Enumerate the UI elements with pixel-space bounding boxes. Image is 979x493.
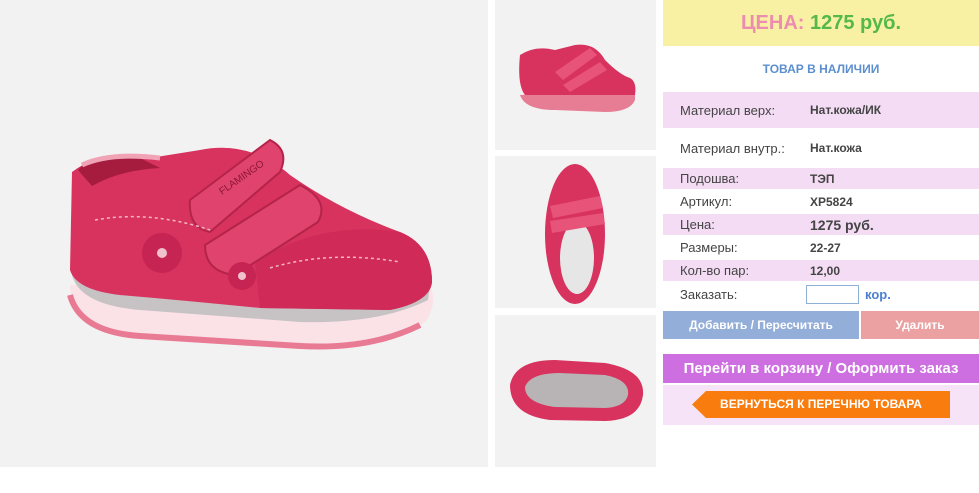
prop-label: Кол-во пар:	[663, 260, 806, 281]
price-label: ЦЕНА:	[740, 12, 805, 34]
product-info-panel: ЦЕНА: 1275 руб. ТОВАР В НАЛИЧИИ Материал…	[663, 0, 979, 493]
order-unit: кор.	[865, 286, 891, 302]
prop-value: 12,00	[806, 260, 979, 281]
prop-value: ТЭП	[806, 168, 979, 189]
delete-button[interactable]: Удалить	[861, 311, 979, 339]
shoe-side-thumb-image	[495, 0, 656, 150]
prop-row-sole: Подошва: ТЭП	[663, 168, 979, 189]
prop-label: Артикул:	[680, 194, 733, 209]
prop-value: Нат.кожа/ИК	[806, 92, 979, 128]
go-to-cart-button[interactable]: Перейти в корзину / Оформить заказ	[663, 354, 979, 383]
product-main-photo[interactable]: FLAMINGO	[0, 0, 488, 467]
prop-value: Нат.кожа	[810, 141, 862, 155]
order-buttons: Добавить / Пересчитать Удалить	[663, 311, 979, 339]
stock-status: ТОВАР В НАЛИЧИИ	[762, 62, 880, 76]
shoe-sole-thumb-image	[495, 315, 656, 467]
add-recalculate-button[interactable]: Добавить / Пересчитать	[663, 311, 859, 339]
prop-label: Цена:	[663, 214, 806, 235]
prop-value: 22-27	[810, 240, 841, 255]
quantity-input[interactable]	[806, 284, 859, 304]
order-row: Заказать: кор.	[663, 283, 979, 305]
price-value: 1275 руб.	[810, 12, 902, 34]
prop-value: XP5824	[810, 194, 853, 209]
prop-row-article: Артикул: XP5824	[663, 191, 979, 212]
prop-label: Материал внутр.:	[680, 140, 785, 156]
prop-row-inner-material: Материал внутр.: Нат.кожа	[663, 130, 979, 166]
back-to-list-label: ВЕРНУТЬСЯ К ПЕРЕЧНЮ ТОВАРА	[720, 397, 922, 411]
prop-label: Размеры:	[680, 240, 738, 255]
prop-row-price: Цена: 1275 руб.	[663, 214, 979, 235]
prop-value: 1275 руб.	[806, 214, 979, 235]
prop-row-pairs: Кол-во пар: 12,00	[663, 260, 979, 281]
shoe-top-thumb-image	[495, 156, 656, 308]
back-button-area: ВЕРНУТЬСЯ К ПЕРЕЧНЮ ТОВАРА	[663, 385, 979, 425]
thumbnail-side[interactable]	[495, 0, 656, 150]
price-header: ЦЕНА: 1275 руб.	[663, 0, 979, 46]
shoe-side-image: FLAMINGO	[0, 0, 488, 467]
back-to-list-button[interactable]: ВЕРНУТЬСЯ К ПЕРЕЧНЮ ТОВАРА	[692, 391, 950, 418]
prop-label: Материал верх:	[663, 92, 806, 128]
thumbnail-top[interactable]	[495, 156, 656, 308]
thumbnail-sole[interactable]	[495, 315, 656, 467]
prop-label: Подошва:	[663, 168, 806, 189]
prop-row-upper-material: Материал верх: Нат.кожа/ИК	[663, 92, 979, 128]
order-label: Заказать:	[680, 286, 738, 302]
properties-table: Материал верх: Нат.кожа/ИК Материал внут…	[663, 90, 979, 307]
prop-row-sizes: Размеры: 22-27	[663, 237, 979, 258]
